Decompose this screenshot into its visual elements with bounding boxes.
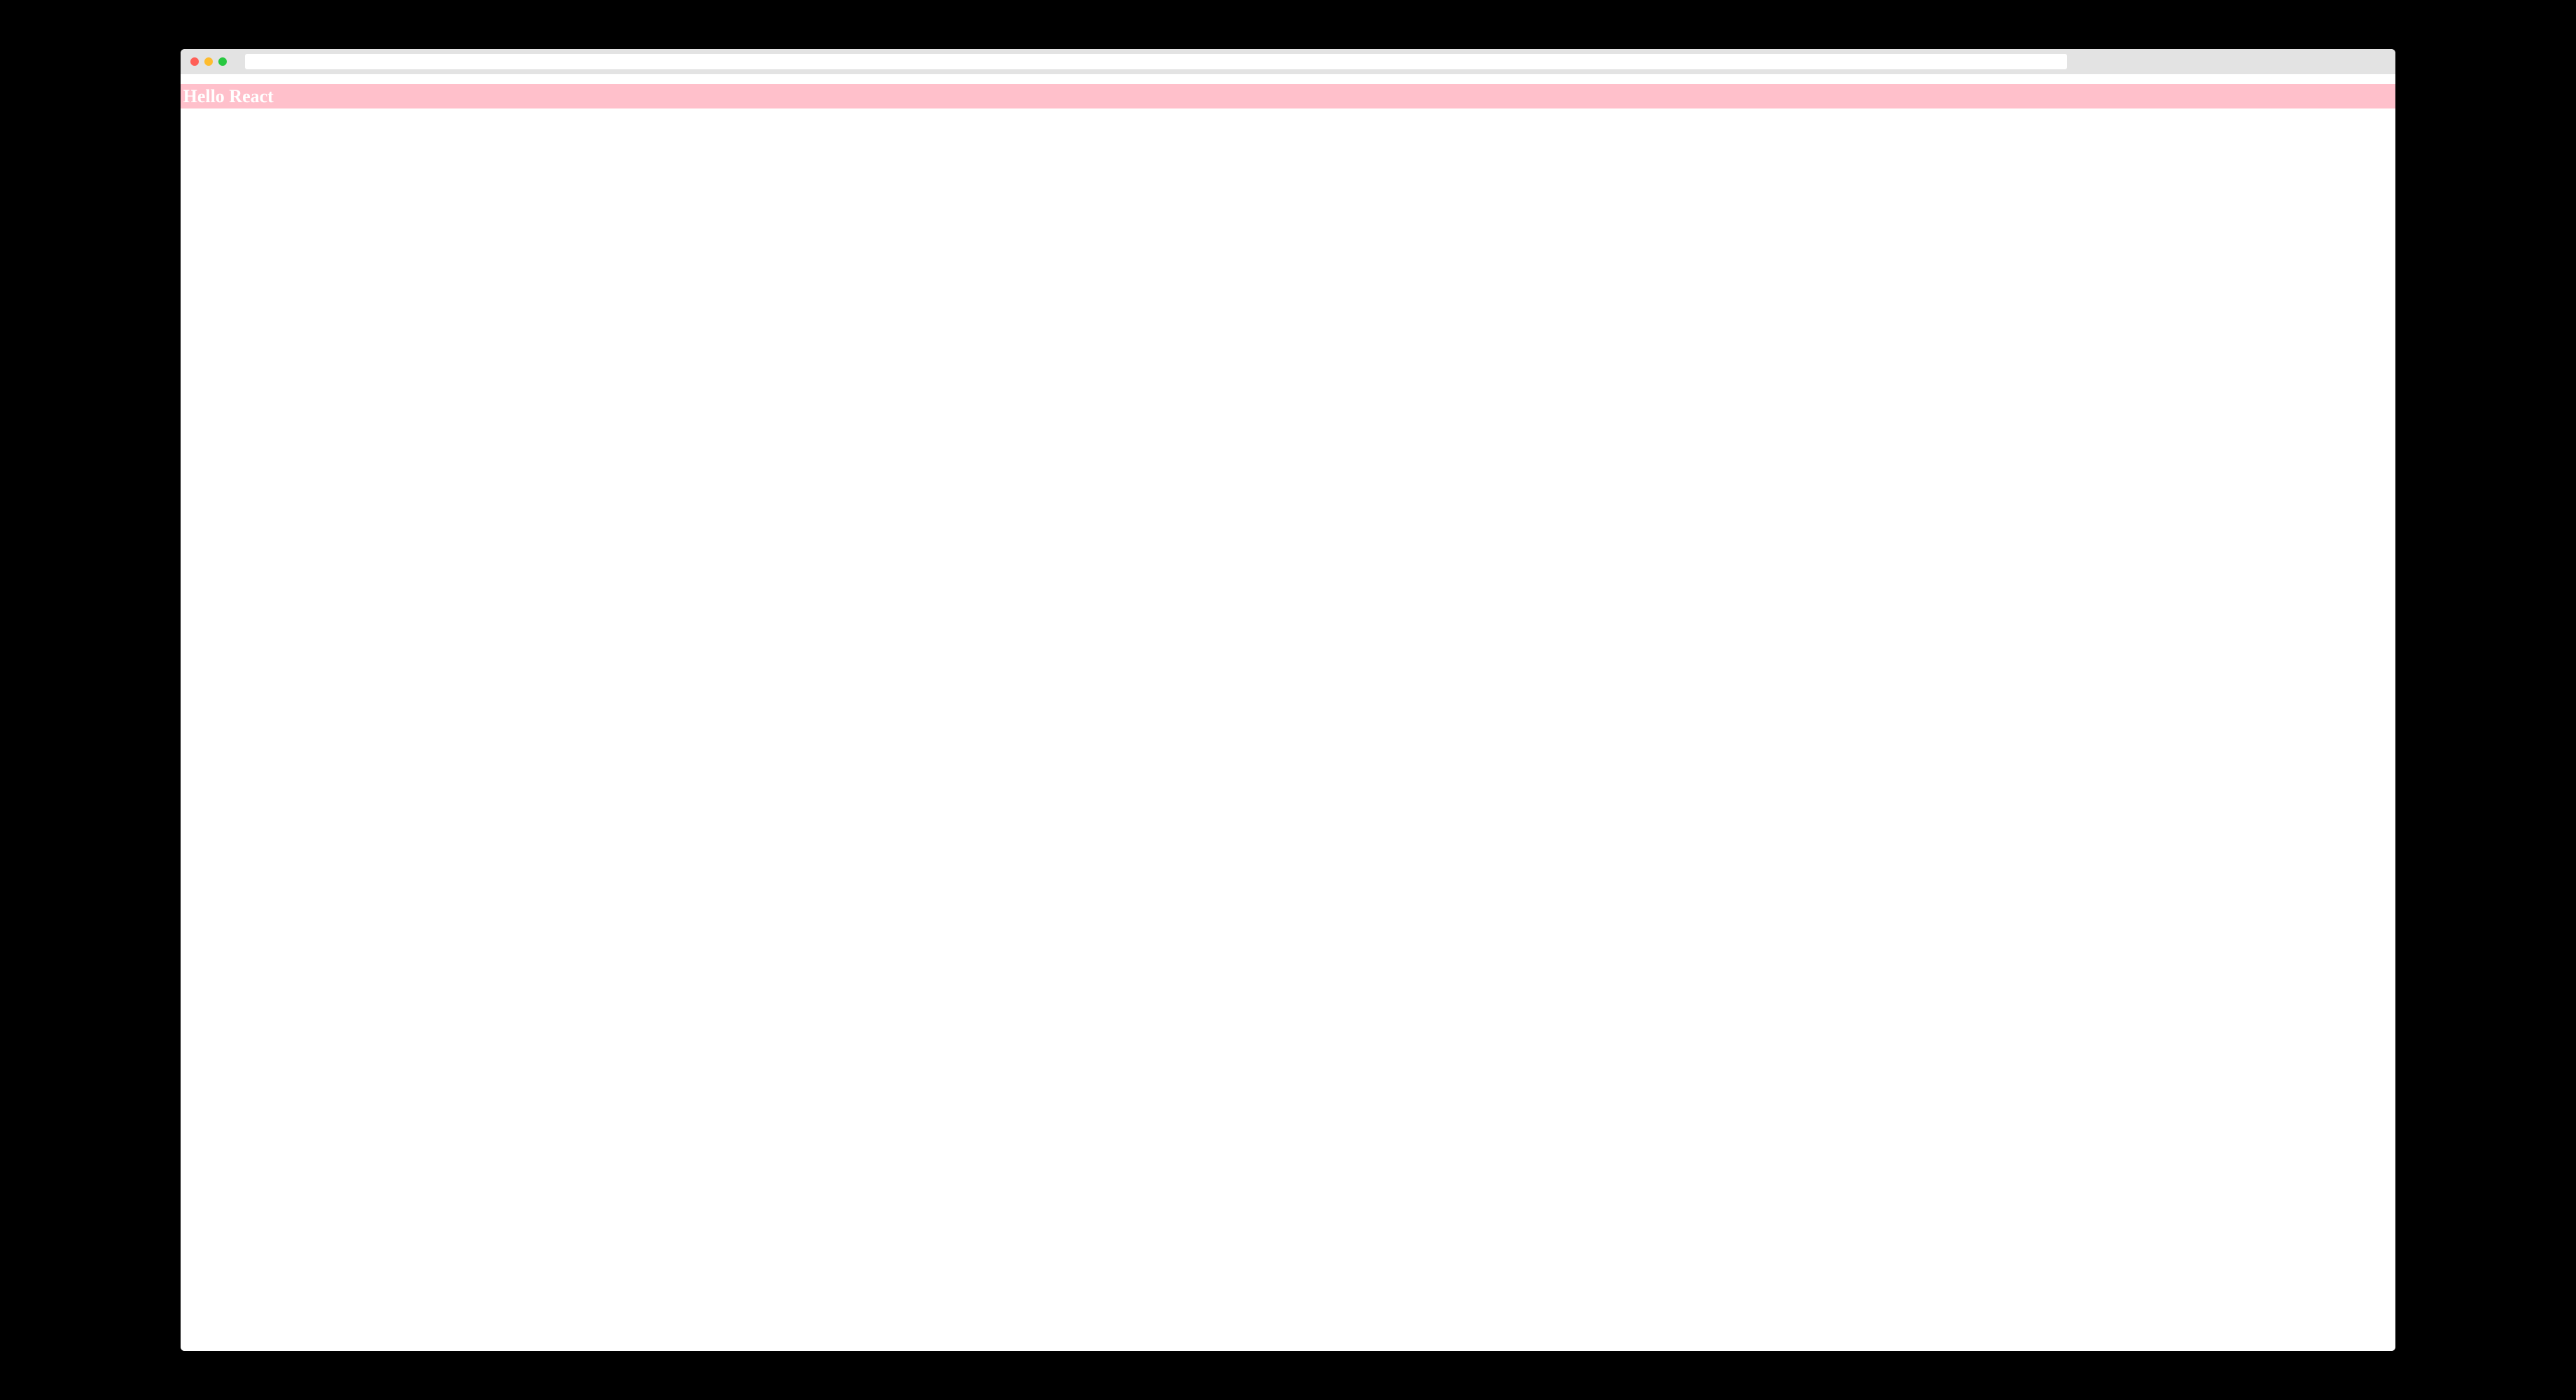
- browser-content: Hello React: [181, 74, 2396, 1351]
- address-bar-input[interactable]: [245, 54, 2068, 69]
- close-icon[interactable]: [190, 57, 199, 66]
- page-heading: Hello React: [181, 84, 2396, 108]
- maximize-icon[interactable]: [218, 57, 227, 66]
- minimize-icon[interactable]: [204, 57, 213, 66]
- traffic-lights: [190, 57, 227, 66]
- browser-chrome: [181, 49, 2396, 74]
- browser-window: Hello React: [181, 49, 2396, 1351]
